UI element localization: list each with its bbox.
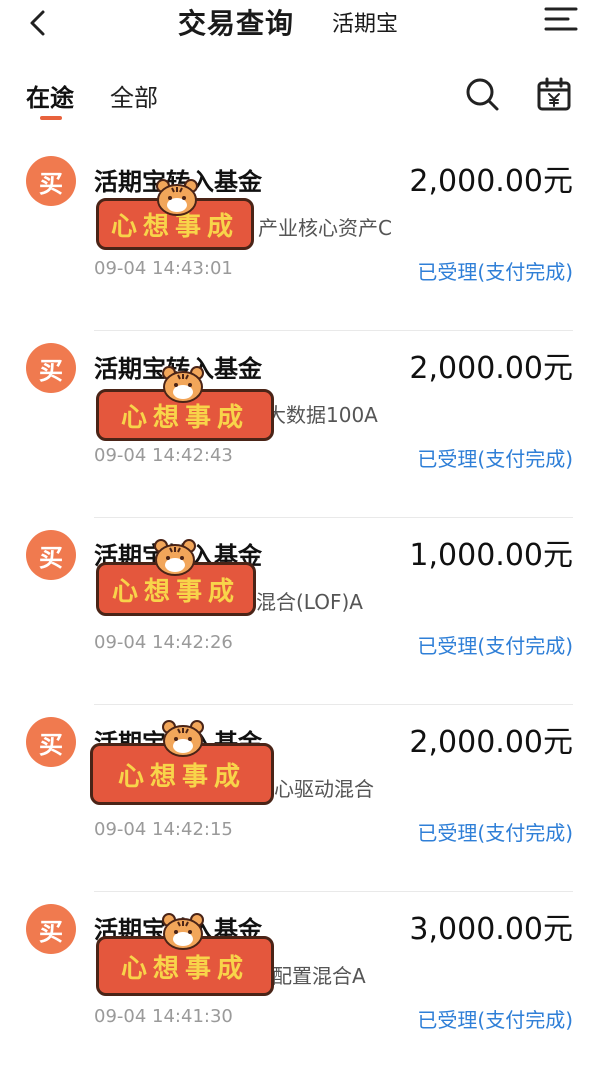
transaction-row[interactable]: 买 活期宝转入基金 1,000.00元 混合(LOF)A 09-04 14:42… bbox=[0, 518, 600, 705]
privacy-sticker: 心想事成 bbox=[96, 178, 254, 254]
transaction-amount: 1,000.00元 bbox=[409, 538, 573, 573]
transaction-row[interactable]: 买 活期宝转入基金 2,000.00元 产业核心资产C 09-04 14:43:… bbox=[0, 144, 600, 331]
transaction-time: 09-04 14:42:26 bbox=[94, 632, 233, 653]
fund-name: 大数据100A bbox=[266, 403, 378, 427]
search-icon[interactable] bbox=[464, 76, 500, 112]
transaction-status: 已受理(支付完成) bbox=[417, 1008, 573, 1032]
buy-badge: 买 bbox=[26, 530, 76, 580]
tab-in-transit[interactable]: 在途 bbox=[26, 78, 74, 113]
top-bar: 交易查询 活期宝 bbox=[0, 0, 600, 50]
buy-badge: 买 bbox=[26, 717, 76, 767]
transaction-status: 已受理(支付完成) bbox=[417, 634, 573, 658]
fund-name: 心驱动混合 bbox=[274, 777, 374, 801]
tiger-icon bbox=[156, 179, 198, 216]
tiger-icon bbox=[162, 720, 204, 757]
transaction-status: 已受理(支付完成) bbox=[417, 447, 573, 471]
transaction-status: 已受理(支付完成) bbox=[417, 260, 573, 284]
transaction-row[interactable]: 买 活期宝转入基金 3,000.00元 配置混合A 09-04 14:41:30… bbox=[0, 892, 600, 1079]
transaction-amount: 2,000.00元 bbox=[409, 164, 573, 199]
buy-badge: 买 bbox=[26, 156, 76, 206]
transaction-time: 09-04 14:42:43 bbox=[94, 445, 233, 466]
transaction-status: 已受理(支付完成) bbox=[417, 821, 573, 845]
chevron-left-icon[interactable] bbox=[24, 8, 54, 38]
transaction-row[interactable]: 买 活期宝转入基金 2,000.00元 心驱动混合 09-04 14:42:15… bbox=[0, 705, 600, 892]
transaction-amount: 3,000.00元 bbox=[409, 912, 573, 947]
buy-badge: 买 bbox=[26, 904, 76, 954]
fund-name: 配置混合A bbox=[272, 964, 366, 988]
fund-name: 混合(LOF)A bbox=[256, 590, 363, 614]
menu-icon[interactable] bbox=[543, 4, 579, 34]
tiger-icon bbox=[154, 539, 196, 576]
page-title: 交易查询 bbox=[178, 7, 295, 40]
tab-bar: 在途 全部 bbox=[0, 74, 600, 124]
transaction-amount: 2,000.00元 bbox=[409, 351, 573, 386]
buy-badge: 买 bbox=[26, 343, 76, 393]
calendar-yen-icon[interactable] bbox=[536, 76, 572, 112]
privacy-sticker: 心想事成 bbox=[96, 912, 274, 1000]
transaction-time: 09-04 14:41:30 bbox=[94, 1006, 233, 1027]
page-subtitle: 活期宝 bbox=[332, 12, 399, 37]
transaction-list: 买 活期宝转入基金 2,000.00元 产业核心资产C 09-04 14:43:… bbox=[0, 144, 600, 1079]
privacy-sticker: 心想事成 bbox=[96, 538, 256, 620]
transaction-row[interactable]: 买 活期宝转入基金 2,000.00元 大数据100A 09-04 14:42:… bbox=[0, 331, 600, 518]
privacy-sticker: 心想事成 bbox=[96, 365, 274, 445]
fund-name: 产业核心资产C bbox=[258, 216, 392, 240]
tiger-icon bbox=[162, 366, 204, 403]
transaction-time: 09-04 14:43:01 bbox=[94, 258, 233, 279]
transaction-time: 09-04 14:42:15 bbox=[94, 819, 233, 840]
privacy-sticker: 心想事成 bbox=[90, 719, 274, 809]
tiger-icon bbox=[162, 913, 204, 950]
tab-all[interactable]: 全部 bbox=[110, 78, 158, 113]
transaction-amount: 2,000.00元 bbox=[409, 725, 573, 760]
active-tab-indicator bbox=[40, 116, 62, 120]
